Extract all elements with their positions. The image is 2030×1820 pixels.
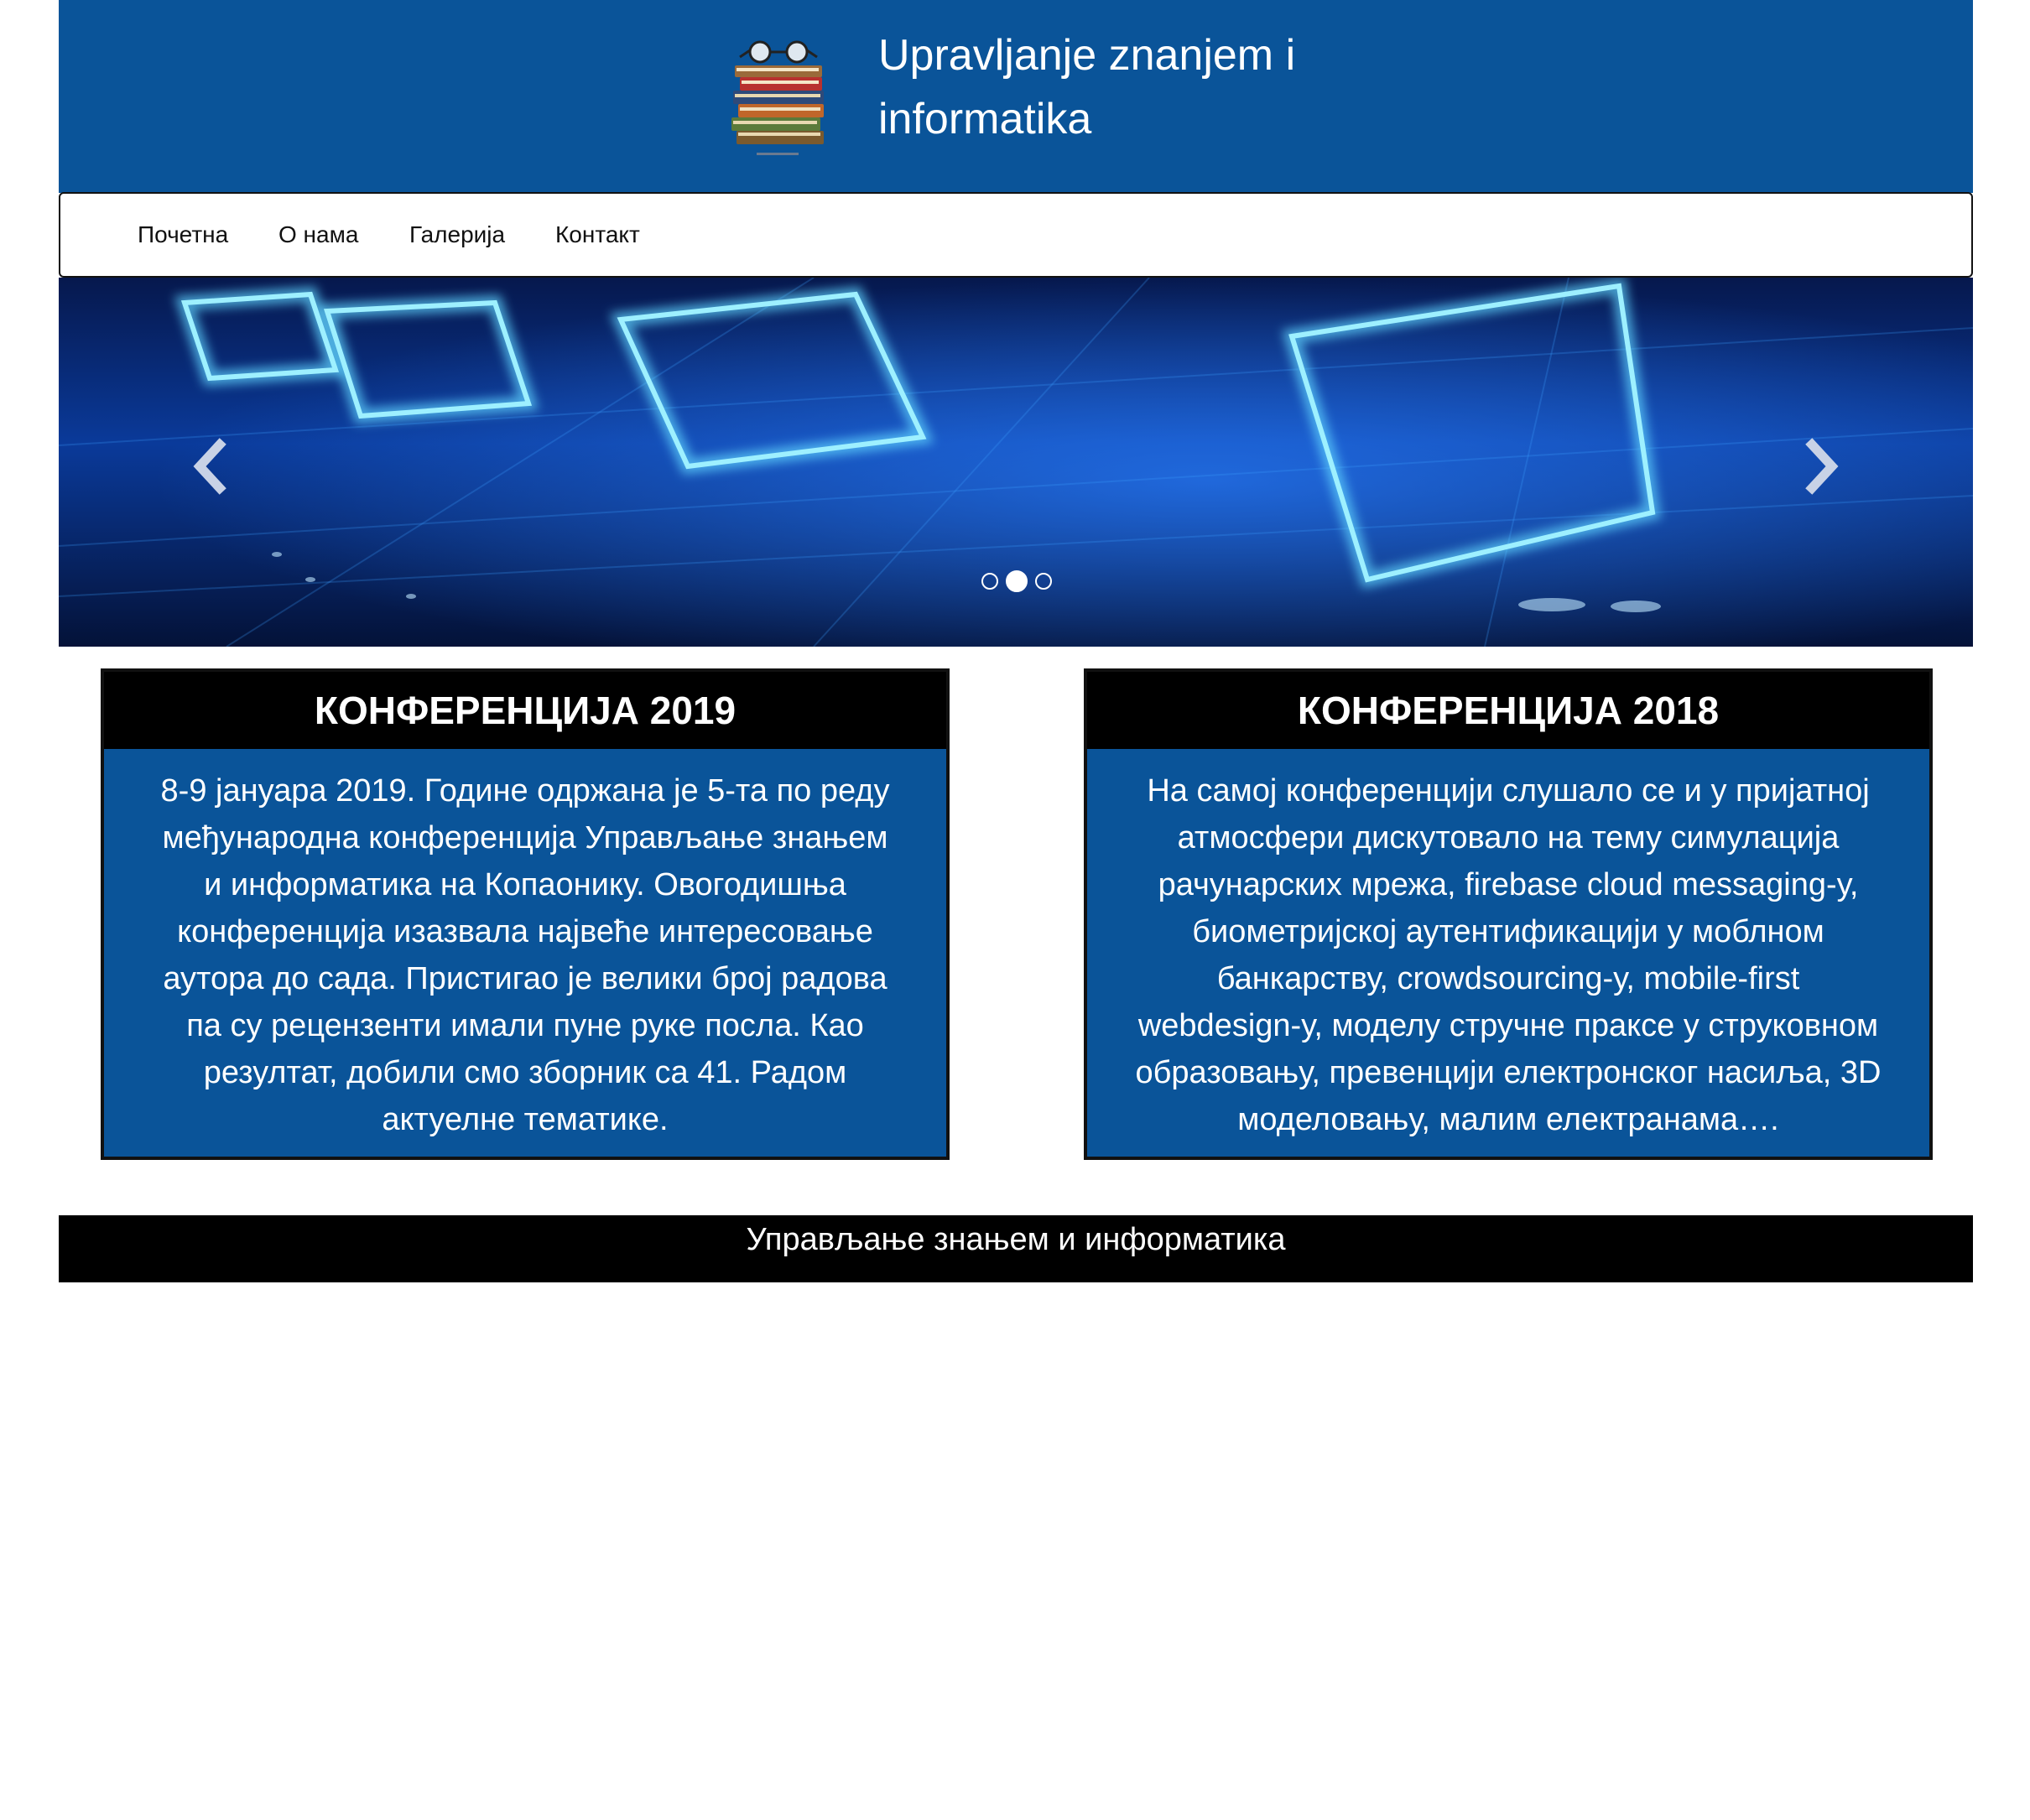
card-text-line: 8-9 јануара 2019. Године одржана је 5-та… [160, 773, 890, 809]
site-title-line-2: informatika [878, 95, 1092, 143]
hero-carousel [59, 278, 1973, 647]
site-title: Upravljanje znanjem i informatika [878, 23, 1382, 151]
main-navbar: Почетна О нама Галерија Контакт [59, 192, 1973, 278]
card-text-line: образовању, превенцији електронског наси… [1135, 1055, 1882, 1090]
nav-item-contact[interactable]: Контакт [555, 194, 640, 276]
card-text-line: атмосфери дискутовало на тему симулација [1177, 820, 1840, 855]
nav-item-about[interactable]: О нама [278, 194, 358, 276]
card-title: КОНФЕРЕНЦИЈА 2019 [104, 672, 946, 749]
nav-item-gallery[interactable]: Галерија [409, 194, 505, 276]
conference-2018-card: КОНФЕРЕНЦИЈА 2018 На самој конференцији … [1084, 668, 1933, 1160]
footer-text: Управљање знањем и информатика [746, 1222, 1286, 1257]
card-text-line: На самој конференцији слушало се и у при… [1147, 773, 1870, 809]
site-header: Upravljanje znanjem i informatika [59, 0, 1973, 193]
card-text-line: webdesign-у, моделу стручне праксе у стр… [1137, 1008, 1879, 1043]
chevron-left-icon[interactable] [185, 433, 235, 500]
nav-item-home[interactable]: Почетна [138, 194, 228, 276]
site-title-line-1: Upravljanje znanjem i [878, 31, 1296, 80]
carousel-indicator-3[interactable] [1035, 573, 1052, 590]
site-footer: Управљање знањем и информатика [59, 1215, 1973, 1282]
card-text-line: аутора до сада. Пристигао је велики број… [163, 961, 887, 996]
card-body: 8-9 јануара 2019. Године одржана је 5-та… [129, 767, 921, 1143]
books-with-glasses-logo [731, 40, 824, 155]
card-text-line: банкарству, crowdsourcing-у, mobile-firs… [1216, 961, 1800, 996]
card-title: КОНФЕРЕНЦИЈА 2018 [1087, 672, 1929, 749]
card-text-line: актуелне тематике. [382, 1102, 669, 1137]
carousel-indicators [981, 566, 1057, 593]
card-text-line: па су рецензенти имали пуне руке посла. … [186, 1008, 864, 1043]
card-text-line: и информатика на Копаонику. Овогодишња [204, 867, 846, 902]
carousel-indicator-1[interactable] [981, 573, 998, 590]
card-text-line: резултат, добили смо зборник са 41. Радо… [203, 1055, 847, 1090]
card-text-line: рачунарских мрежа, firebase cloud messag… [1158, 867, 1859, 902]
card-text-line: међународна конференција Управљање знање… [162, 820, 888, 855]
card-text-line: конференција изазвала највеће интересова… [177, 914, 873, 949]
conference-2019-card: КОНФЕРЕНЦИЈА 2019 8-9 јануара 2019. Годи… [101, 668, 950, 1160]
card-text-line: биометријској аутентификацији у моблном [1192, 914, 1824, 949]
card-text-line: моделовању, малим електранама…. [1237, 1102, 1779, 1137]
chevron-right-icon[interactable] [1797, 433, 1847, 500]
card-body: На самој конференцији слушало се и у при… [1112, 767, 1904, 1143]
carousel-indicator-2[interactable] [1006, 570, 1028, 592]
